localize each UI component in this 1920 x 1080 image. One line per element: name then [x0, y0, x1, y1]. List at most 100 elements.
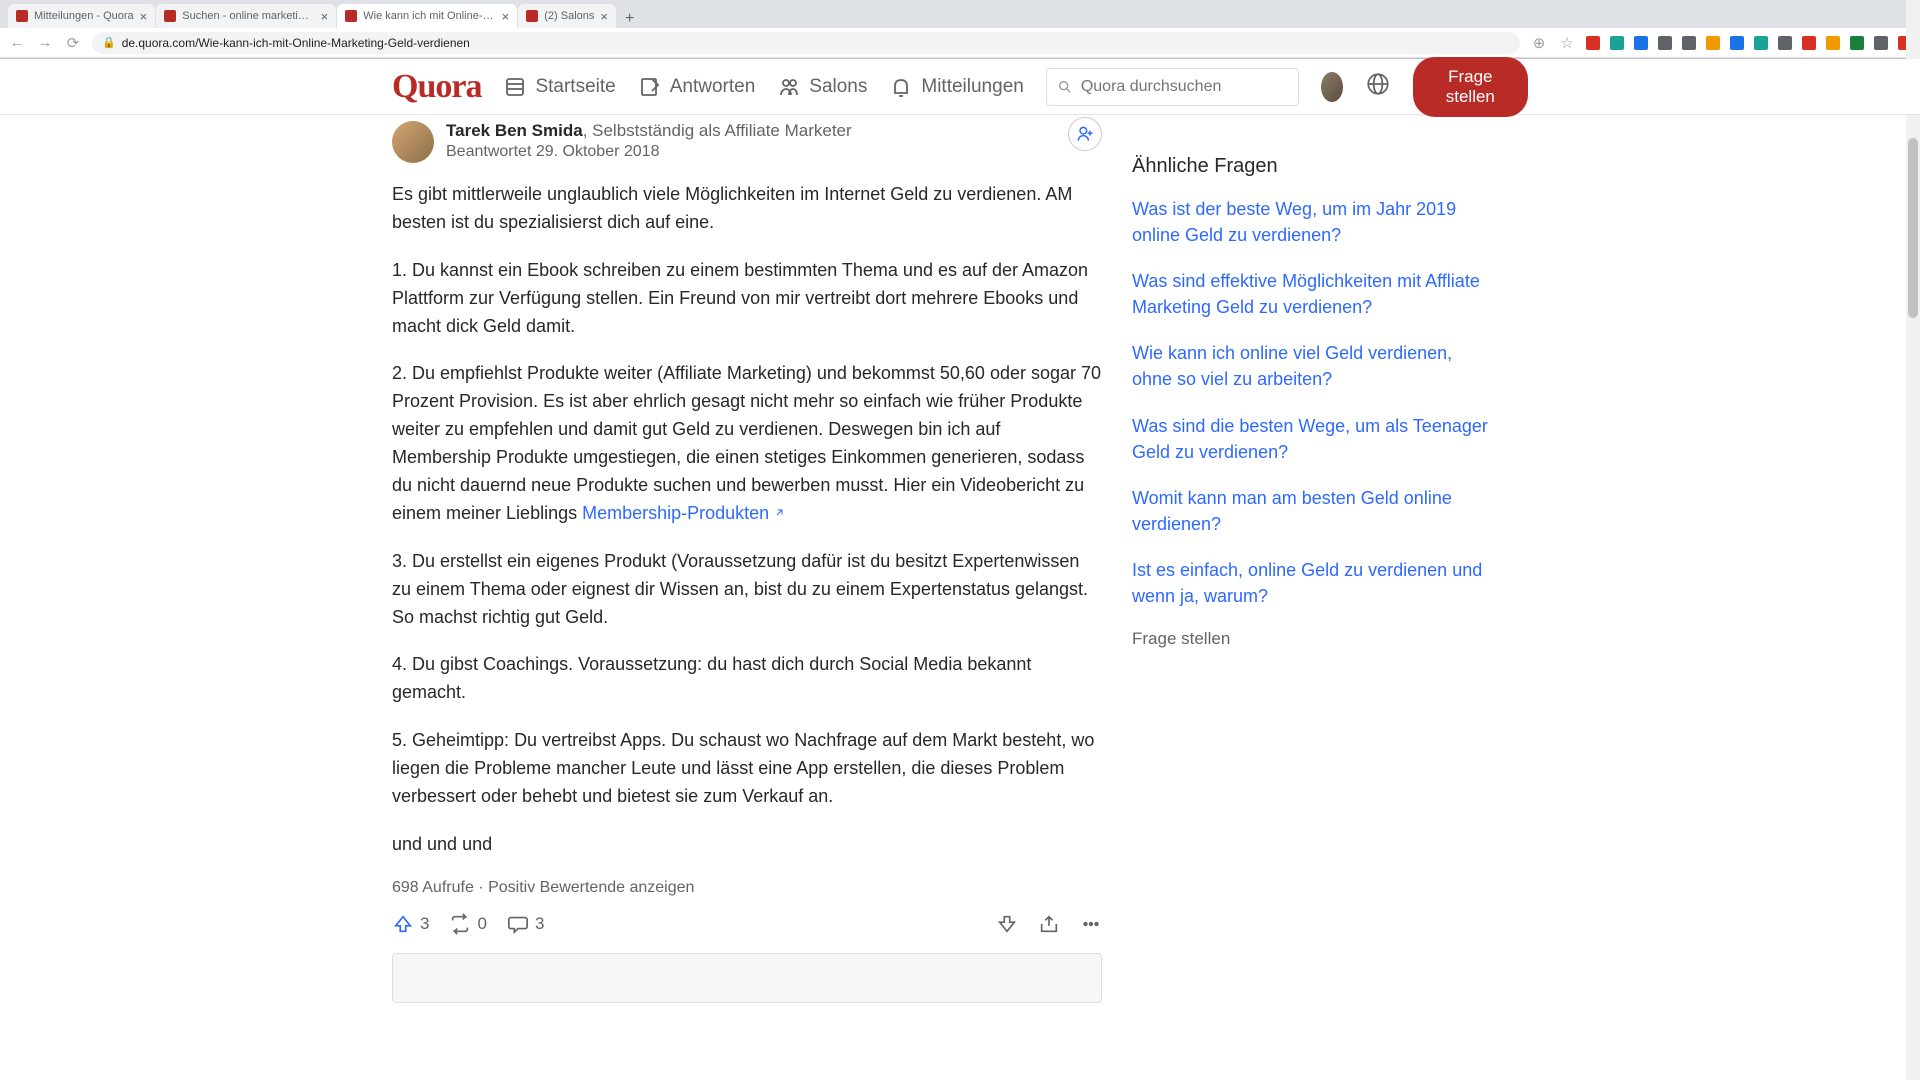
nav-label: Mitteilungen [921, 76, 1023, 98]
extension-icon[interactable] [1826, 36, 1840, 50]
tab-title: Wie kann ich mit Online-Mark [363, 10, 495, 22]
lock-icon: 🔒 [102, 36, 116, 49]
extension-icon[interactable] [1778, 36, 1792, 50]
action-row: 3 0 3 [392, 909, 1102, 953]
nav-spaces[interactable]: Salons [777, 75, 867, 99]
person-add-icon [1075, 124, 1095, 144]
nav-label: Salons [809, 76, 867, 98]
reload-button[interactable]: ⟳ [64, 34, 82, 52]
share-button[interactable] [1038, 913, 1060, 935]
answer-header: Tarek Ben Smida, Selbstständig als Affil… [392, 115, 1102, 163]
search-icon [1057, 79, 1073, 95]
membership-link[interactable]: Membership-Produkten [582, 503, 785, 523]
external-link-icon [773, 500, 785, 512]
browser-tab[interactable]: Mitteilungen - Quora × [8, 4, 155, 28]
star-icon[interactable]: ☆ [1558, 34, 1576, 52]
zoom-icon[interactable]: ⊕ [1530, 34, 1548, 52]
new-tab-button[interactable]: + [617, 10, 642, 28]
favicon-icon [526, 10, 538, 22]
browser-tab[interactable]: (2) Salons × [518, 4, 616, 28]
extension-icon[interactable] [1850, 36, 1864, 50]
bell-icon [889, 75, 913, 99]
sidebar-ask-link[interactable]: Frage stellen [1132, 629, 1492, 649]
view-upvoters-link[interactable]: Positiv Bewertende anzeigen [488, 879, 694, 896]
close-icon[interactable]: × [140, 9, 148, 24]
search-input[interactable] [1081, 78, 1288, 96]
ask-question-button[interactable]: Frage stellen [1413, 57, 1528, 117]
author-name[interactable]: Tarek Ben Smida [446, 121, 583, 140]
browser-chrome: Mitteilungen - Quora × Suchen - online m… [0, 0, 1920, 59]
comment-button[interactable]: 3 [507, 913, 544, 935]
content-area: Tarek Ben Smida, Selbstständig als Affil… [380, 115, 1540, 1043]
extension-icon[interactable] [1586, 36, 1600, 50]
globe-icon [1365, 71, 1391, 97]
scrollbar-track [1906, 0, 1920, 58]
forward-button[interactable]: → [36, 34, 54, 51]
extension-icon[interactable] [1634, 36, 1648, 50]
comment-count: 3 [535, 914, 544, 934]
comment-input[interactable] [392, 953, 1102, 1003]
sidebar: Ähnliche Fragen Was ist der beste Weg, u… [1132, 115, 1492, 1043]
more-icon [1080, 913, 1102, 935]
follow-author-button[interactable] [1068, 117, 1102, 151]
author-line: Tarek Ben Smida, Selbstständig als Affil… [446, 121, 1102, 141]
related-question[interactable]: Was ist der beste Weg, um im Jahr 2019 o… [1132, 196, 1492, 248]
extension-icon[interactable] [1874, 36, 1888, 50]
extension-icon[interactable] [1610, 36, 1624, 50]
quora-logo[interactable]: Quora [392, 68, 481, 106]
answer-paragraph: 2. Du empfiehlst Produkte weiter (Affili… [392, 360, 1102, 527]
extension-icon[interactable] [1658, 36, 1672, 50]
nav-home[interactable]: Startseite [503, 75, 615, 99]
browser-tab[interactable]: Suchen - online marketing - G × [156, 4, 336, 28]
answer-paragraph: 3. Du erstellst ein eigenes Produkt (Vor… [392, 548, 1102, 632]
tab-strip: Mitteilungen - Quora × Suchen - online m… [0, 0, 1920, 28]
sidebar-title: Ähnliche Fragen [1132, 155, 1492, 178]
close-icon[interactable]: × [600, 9, 608, 24]
related-question[interactable]: Wie kann ich online viel Geld verdienen,… [1132, 340, 1492, 392]
user-avatar[interactable] [1321, 72, 1343, 102]
scrollbar-track[interactable] [1906, 58, 1920, 1080]
related-question[interactable]: Was sind die besten Wege, um als Teenage… [1132, 413, 1492, 465]
answer-date[interactable]: Beantwortet 29. Oktober 2018 [446, 143, 1102, 161]
language-button[interactable] [1365, 71, 1391, 102]
answer-paragraph: 1. Du kannst ein Ebook schreiben zu eine… [392, 257, 1102, 341]
extension-icon[interactable] [1730, 36, 1744, 50]
scrollbar-thumb[interactable] [1908, 138, 1918, 318]
search-box[interactable] [1046, 68, 1299, 106]
extension-icon[interactable] [1682, 36, 1696, 50]
extension-icon[interactable] [1754, 36, 1768, 50]
upvote-count: 3 [420, 914, 429, 934]
answer-body: Es gibt mittlerweile unglaublich viele M… [392, 181, 1102, 859]
extension-icon[interactable] [1802, 36, 1816, 50]
url-text: de.quora.com/Wie-kann-ich-mit-Online-Mar… [122, 36, 470, 50]
related-question[interactable]: Womit kann man am besten Geld online ver… [1132, 485, 1492, 537]
answer-paragraph: und und und [392, 831, 1102, 859]
answer-stats: 698 Aufrufe · Positiv Bewertende anzeige… [392, 879, 1102, 897]
browser-tab-active[interactable]: Wie kann ich mit Online-Mark × [337, 4, 517, 28]
close-icon[interactable]: × [321, 9, 329, 24]
related-question[interactable]: Ist es einfach, online Geld zu verdienen… [1132, 557, 1492, 609]
more-button[interactable] [1080, 913, 1102, 935]
share-icon [1038, 913, 1060, 935]
extensions-row [1586, 36, 1912, 50]
people-icon [777, 75, 801, 99]
comment-icon [507, 913, 529, 935]
edit-icon [638, 75, 662, 99]
address-row: ← → ⟳ 🔒 de.quora.com/Wie-kann-ich-mit-On… [0, 28, 1920, 58]
tab-title: (2) Salons [544, 10, 594, 22]
answer-paragraph: Es gibt mittlerweile unglaublich viele M… [392, 181, 1102, 237]
nav-answer[interactable]: Antworten [638, 75, 756, 99]
reshare-button[interactable]: 0 [449, 913, 486, 935]
tab-title: Suchen - online marketing - G [182, 10, 314, 22]
back-button[interactable]: ← [8, 34, 26, 51]
answer-paragraph: 5. Geheimtipp: Du vertreibst Apps. Du sc… [392, 727, 1102, 811]
address-bar[interactable]: 🔒 de.quora.com/Wie-kann-ich-mit-Online-M… [92, 32, 1520, 54]
upvote-button[interactable]: 3 [392, 913, 429, 935]
downvote-button[interactable] [996, 913, 1018, 935]
close-icon[interactable]: × [502, 9, 510, 24]
related-question[interactable]: Was sind effektive Möglichkeiten mit Aff… [1132, 268, 1492, 320]
author-avatar[interactable] [392, 121, 434, 163]
answer-paragraph: 4. Du gibst Coachings. Voraussetzung: du… [392, 651, 1102, 707]
nav-notifications[interactable]: Mitteilungen [889, 75, 1023, 99]
extension-icon[interactable] [1706, 36, 1720, 50]
